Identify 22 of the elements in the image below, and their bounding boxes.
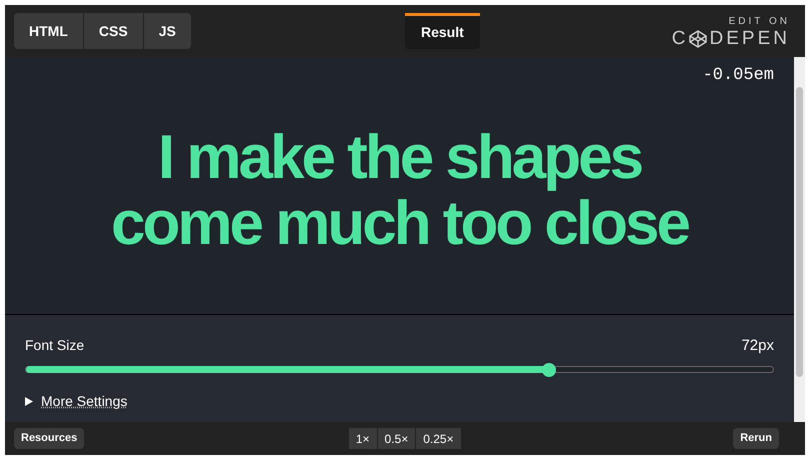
cube-logo-icon <box>688 30 707 48</box>
resources-button[interactable]: Resources <box>14 428 84 449</box>
brand-name: DEPEN <box>710 29 790 48</box>
font-size-slider[interactable] <box>25 362 774 376</box>
triangle-icon <box>25 396 33 406</box>
letter-spacing-value: -0.05em <box>702 65 774 87</box>
zoom-button[interactable]: 1× <box>348 428 377 449</box>
editor-tab[interactable]: HTML <box>14 13 83 49</box>
more-settings-toggle[interactable]: More Settings <box>25 390 774 412</box>
slider-label: Font Size <box>25 336 84 355</box>
edit-on-label: EDIT ON <box>728 15 790 29</box>
headline: I make the shapes come much too close <box>110 124 690 256</box>
editor-tab[interactable]: CSS <box>84 13 143 49</box>
rerun-button[interactable]: Rerun <box>733 428 779 449</box>
scrollbar[interactable] <box>794 57 805 422</box>
slider-thumb[interactable] <box>542 362 556 376</box>
brand-letter: C <box>672 29 689 48</box>
slider-value: 72px <box>741 336 774 356</box>
result-tab[interactable]: Result <box>405 13 480 49</box>
zoom-button[interactable]: 0.5× <box>378 428 416 449</box>
zoom-button[interactable]: 0.25× <box>416 428 461 449</box>
editor-tab[interactable]: JS <box>144 13 191 49</box>
